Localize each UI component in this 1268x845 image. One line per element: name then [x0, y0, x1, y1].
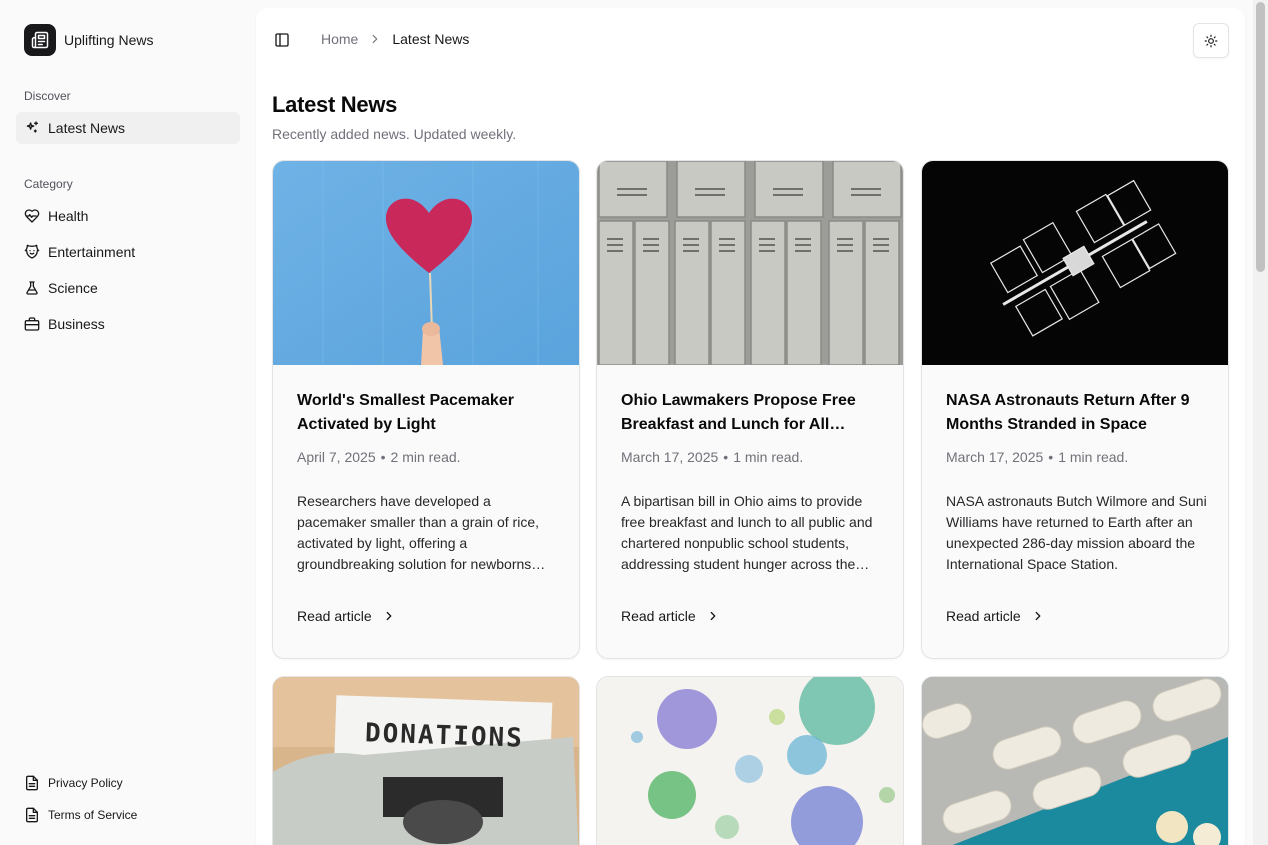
donations-image-text: DONATIONS: [364, 718, 525, 754]
sidebar-item-science[interactable]: Science: [16, 272, 240, 304]
page-subtitle: Recently added news. Updated weekly.: [272, 126, 517, 142]
article-description: A bipartisan bill in Ohio aims to provid…: [621, 493, 873, 572]
document-icon: [26, 775, 38, 791]
article-card[interactable]: Ohio Lawmakers Propose Free Breakfast an…: [596, 160, 904, 659]
sun-icon: [1204, 34, 1218, 47]
page-title: Latest News: [272, 92, 398, 117]
sidebar-item-label: Business: [48, 316, 105, 332]
article-card[interactable]: [921, 676, 1229, 845]
article-meta: March 17, 2025 • 1 min read.: [946, 449, 1128, 465]
chevron-right-icon: [386, 611, 392, 621]
sidebar-item-health[interactable]: Health: [16, 200, 240, 232]
article-date: April 7, 2025: [297, 449, 376, 465]
meta-separator: •: [1048, 449, 1054, 465]
brand[interactable]: Uplifting News: [24, 24, 153, 56]
read-article-link[interactable]: Read article: [297, 608, 396, 624]
pills-blister-pack-photo: [922, 677, 1228, 845]
article-card[interactable]: DONATIONS: [272, 676, 580, 845]
sidebar-item-terms-of-service[interactable]: Terms of Service: [16, 799, 240, 831]
brand-name: Uplifting News: [64, 32, 154, 48]
heart-pulse-icon: [24, 209, 40, 223]
group-label-discover: Discover: [24, 89, 71, 103]
article-read-time: 1 min read.: [733, 449, 804, 465]
meta-separator: •: [723, 449, 729, 465]
breadcrumb-current: Latest News: [392, 31, 470, 47]
article-title[interactable]: NASA Astronauts Return After 9 Months St…: [946, 389, 1208, 437]
watercolor-viruses-photo: [597, 677, 903, 845]
chevron-right-icon: [1035, 611, 1041, 621]
article-meta: April 7, 2025 • 2 min read.: [297, 449, 461, 465]
newspaper-icon: [24, 24, 56, 56]
sidebar-item-label: Privacy Policy: [48, 776, 123, 790]
read-article-link[interactable]: Read article: [621, 608, 720, 624]
breadcrumb-home[interactable]: Home: [321, 31, 358, 47]
theater-masks-icon: [24, 244, 40, 259]
article-card[interactable]: World's Smallest Pacemaker Activated by …: [272, 160, 580, 659]
read-article-label: Read article: [946, 608, 1021, 624]
group-label-category: Category: [24, 177, 73, 191]
article-read-time: 1 min read.: [1058, 449, 1129, 465]
article-title[interactable]: World's Smallest Pacemaker Activated by …: [297, 389, 559, 437]
read-article-label: Read article: [297, 608, 372, 624]
meta-separator: •: [380, 449, 386, 465]
chevron-right-icon: [368, 32, 382, 46]
scrollbar[interactable]: [1253, 0, 1268, 845]
sidebar-item-entertainment[interactable]: Entertainment: [16, 236, 240, 268]
article-card[interactable]: NASA Astronauts Return After 9 Months St…: [921, 160, 1229, 659]
panel-left-icon[interactable]: [272, 30, 292, 50]
theme-toggle-button[interactable]: [1193, 23, 1229, 58]
sidebar-item-label: Terms of Service: [48, 808, 138, 822]
sidebar: Uplifting News Discover Latest News Cate…: [0, 0, 256, 845]
typewriter-donations-photo: [273, 677, 579, 845]
sidebar-item-business[interactable]: Business: [16, 308, 240, 340]
school-lockers-photo: [597, 161, 903, 365]
topbar: Home Latest News: [256, 8, 1245, 72]
sidebar-item-privacy-policy[interactable]: Privacy Policy: [16, 767, 240, 799]
article-meta: March 17, 2025 • 1 min read.: [621, 449, 803, 465]
sparkles-icon: [26, 121, 38, 133]
sidebar-item-latest-news[interactable]: Latest News: [16, 112, 240, 144]
article-date: March 17, 2025: [621, 449, 719, 465]
article-description: Researchers have developed a pacemaker s…: [297, 493, 539, 572]
article-title[interactable]: Ohio Lawmakers Propose Free Breakfast an…: [621, 389, 883, 437]
read-article-label: Read article: [621, 608, 696, 624]
red-heart-balloon-photo: [273, 161, 579, 365]
sidebar-item-label: Latest News: [48, 120, 126, 136]
article-card[interactable]: [596, 676, 904, 845]
read-article-link[interactable]: Read article: [946, 608, 1045, 624]
article-date: March 17, 2025: [946, 449, 1044, 465]
breadcrumb: Home Latest News: [321, 31, 469, 47]
chevron-right-icon: [710, 611, 716, 621]
document-icon: [26, 807, 38, 823]
sidebar-item-label: Science: [48, 280, 98, 296]
article-description: NASA astronauts Butch Wilmore and Suni W…: [946, 493, 1207, 572]
sidebar-item-label: Health: [48, 208, 89, 224]
flask-icon: [26, 281, 38, 295]
scrollbar-thumb[interactable]: [1256, 2, 1265, 272]
sidebar-item-label: Entertainment: [48, 244, 136, 260]
briefcase-icon: [24, 317, 40, 331]
main-content: Home Latest News Latest News Recently ad…: [256, 8, 1245, 845]
space-station-photo: [922, 161, 1228, 365]
article-read-time: 2 min read.: [390, 449, 461, 465]
